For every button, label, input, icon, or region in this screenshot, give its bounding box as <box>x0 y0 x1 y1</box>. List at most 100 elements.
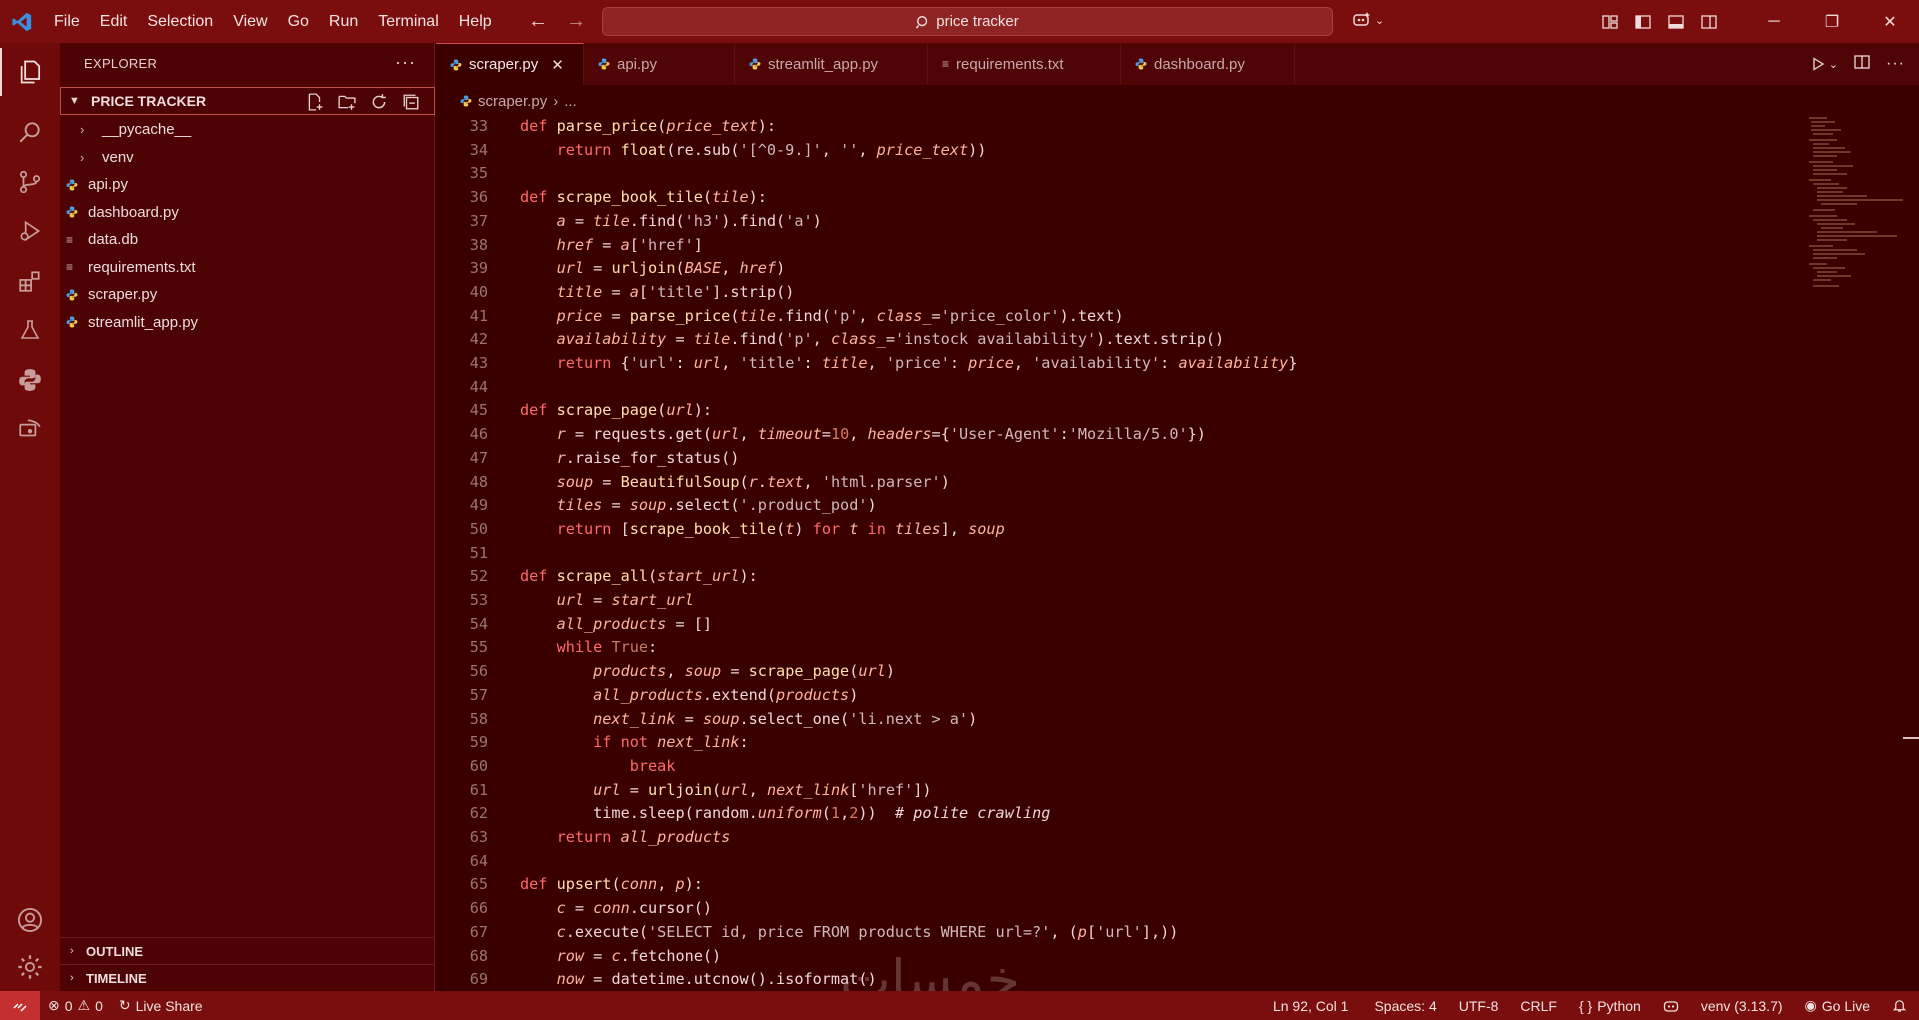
remote-indicator-icon[interactable] <box>0 991 40 1020</box>
menu-go[interactable]: Go <box>278 0 319 43</box>
explorer-icon[interactable] <box>0 48 60 96</box>
copilot-status-icon[interactable] <box>1655 991 1693 1020</box>
search-icon <box>916 15 928 29</box>
code-token: 'p' <box>785 330 813 349</box>
code-token: time.sleep(random. <box>520 804 758 823</box>
code-token: url <box>693 354 722 372</box>
code-line: 61 url = urljoin(url, next_link['href']) <box>436 779 1776 803</box>
code-token: c <box>611 946 621 965</box>
menu-edit[interactable]: Edit <box>90 0 138 43</box>
workspace-folder-header[interactable]: ▼ PRICE TRACKER <box>60 87 435 115</box>
menu-view[interactable]: View <box>223 0 277 43</box>
tab-streamlit-app-py[interactable]: streamlit_app.py <box>735 43 928 85</box>
tab-dashboard-py[interactable]: dashboard.py <box>1121 43 1295 85</box>
toggle-secondary-sidebar-icon[interactable] <box>1692 14 1725 30</box>
code-token: ): <box>757 117 777 135</box>
tab-api-py[interactable]: api.py <box>584 43 735 85</box>
menu-help[interactable]: Help <box>449 0 502 43</box>
python-icon[interactable] <box>0 356 60 404</box>
tree-item-pycache[interactable]: › __pycache__ <box>60 116 435 144</box>
tab-requirements-txt[interactable]: ≡ requirements.txt <box>928 43 1121 85</box>
more-actions-icon[interactable]: ··· <box>395 43 416 85</box>
tree-item-venv[interactable]: › venv <box>60 144 435 172</box>
live-share-button[interactable]: ↻ Live Share <box>111 991 211 1020</box>
end-of-line[interactable]: CRLF <box>1512 991 1571 1020</box>
search-view-icon[interactable] <box>0 108 60 156</box>
more-actions-icon[interactable]: ··· <box>1886 55 1905 73</box>
account-icon[interactable] <box>0 896 60 944</box>
close-icon[interactable]: ✕ <box>551 56 564 74</box>
restore-button[interactable]: ❐ <box>1803 0 1861 43</box>
tree-item-requirements-txt[interactable]: ≡ requirements.txt <box>60 254 435 282</box>
close-window-button[interactable]: ✕ <box>1861 0 1919 43</box>
new-folder-icon[interactable] <box>336 91 358 113</box>
go-live-button[interactable]: ◉ Go Live <box>1797 991 1884 1020</box>
tree-item-scraper-py[interactable]: scraper.py <box>60 281 435 309</box>
tree-item-data-db[interactable]: ≡ data.db <box>60 226 435 254</box>
manage-gear-icon[interactable] <box>0 943 60 991</box>
indentation[interactable]: Spaces: 4 <box>1366 991 1450 1020</box>
line-number: 53 <box>469 591 488 609</box>
split-editor-icon[interactable] <box>1854 54 1870 74</box>
code-line: 46 r = requests.get(url, timeout=10, hea… <box>436 423 1776 447</box>
breadcrumb-file[interactable]: scraper.py <box>478 93 547 110</box>
code-token: conn <box>593 899 630 918</box>
language-mode[interactable]: { } Python <box>1571 991 1655 1020</box>
forward-arrow-icon[interactable]: → <box>566 10 586 33</box>
remote-explorer-icon[interactable] <box>0 405 60 453</box>
tree-item-streamlit-app-py[interactable]: streamlit_app.py <box>60 309 435 337</box>
testing-flask-icon[interactable] <box>0 306 60 354</box>
code-text: c.execute('SELECT id, price FROM product… <box>520 921 1179 945</box>
tree-item-dashboard-py[interactable]: dashboard.py <box>60 199 435 227</box>
toggle-panel-icon[interactable] <box>1659 14 1692 30</box>
code-token: all_products <box>620 828 731 846</box>
code-text: def upsert(conn, p): <box>520 873 703 897</box>
toggle-primary-sidebar-icon[interactable] <box>1626 14 1659 30</box>
code-editor[interactable]: 33 def parse_price(price_text): 34 return … <box>436 115 1919 991</box>
code-token: : <box>739 733 749 752</box>
minimap[interactable] <box>1807 115 1907 305</box>
menu-run[interactable]: Run <box>319 0 368 43</box>
cursor-position[interactable]: Ln 92, Col 1 <box>1265 991 1367 1020</box>
command-center-search[interactable]: price tracker <box>602 7 1333 36</box>
menu-selection[interactable]: Selection <box>137 0 223 43</box>
back-arrow-icon[interactable]: ← <box>528 10 548 33</box>
status-bar: ⊗ 0 ⚠ 0 ↻ Live Share Ln 92, Col 1 Spaces… <box>0 991 1919 1020</box>
code-token: : <box>1059 425 1069 444</box>
run-debug-icon[interactable] <box>0 207 60 255</box>
code-token: . <box>757 472 767 491</box>
scrollbar-marker[interactable] <box>1903 737 1919 739</box>
code-token: next_link <box>766 780 850 799</box>
chevron-down-icon: ▼ <box>69 95 80 107</box>
code-token: def <box>520 188 557 207</box>
menu-terminal[interactable]: Terminal <box>368 0 448 43</box>
refresh-icon[interactable] <box>368 91 390 113</box>
code-token: availability <box>520 330 667 349</box>
tab-scraper-py[interactable]: scraper.py ✕ <box>436 43 584 85</box>
breadcrumb-symbol[interactable]: ... <box>564 93 577 110</box>
code-token: r <box>520 448 566 467</box>
tree-item-api-py[interactable]: api.py <box>60 171 435 199</box>
timeline-section[interactable]: › TIMELINE <box>60 964 435 991</box>
code-token: ( <box>849 662 859 681</box>
python-interpreter[interactable]: venv (3.13.7) <box>1693 991 1797 1020</box>
outline-section[interactable]: › OUTLINE <box>60 937 435 964</box>
code-token: def <box>520 117 557 135</box>
code-token: 'a' <box>785 211 813 230</box>
minimize-button[interactable]: ─ <box>1745 0 1803 43</box>
code-line: 37 a = tile.find('h3').find('a') <box>436 210 1776 234</box>
collapse-all-icon[interactable] <box>400 91 422 113</box>
menu-file[interactable]: File <box>44 0 90 43</box>
code-token: ): <box>748 188 767 207</box>
problems-indicator[interactable]: ⊗ 0 ⚠ 0 <box>40 991 111 1020</box>
copilot-button[interactable]: ⌄ <box>1352 10 1384 30</box>
code-token: ).find( <box>721 211 786 230</box>
customize-layout-icon[interactable] <box>1593 14 1626 30</box>
source-control-icon[interactable] <box>0 158 60 206</box>
run-python-file-icon[interactable]: ⌄ <box>1811 57 1838 71</box>
new-file-icon[interactable] <box>304 91 326 113</box>
extensions-icon[interactable] <box>0 257 60 305</box>
encoding[interactable]: UTF-8 <box>1451 991 1513 1020</box>
notifications-bell-icon[interactable] <box>1884 991 1919 1020</box>
code-token: return <box>520 354 621 372</box>
